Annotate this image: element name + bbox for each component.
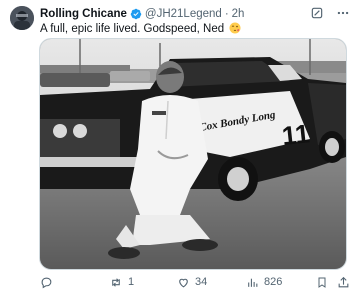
tweet-header: Rolling Chicane @JH21Legend · 2h	[40, 6, 244, 22]
more-options-icon[interactable]	[336, 6, 350, 20]
face-with-wink-kiss-icon	[229, 22, 241, 34]
author-handle[interactable]: @JH21Legend	[145, 8, 222, 20]
views-count: 826	[264, 276, 283, 288]
action-bar: 1 34 826	[40, 274, 350, 290]
race-car-driver-photo: Cox Bondy Long 11	[40, 39, 346, 269]
reply-button[interactable]	[40, 276, 58, 289]
bookmark-icon	[316, 276, 328, 289]
author-name[interactable]: Rolling Chicane	[40, 8, 127, 20]
like-count: 34	[195, 276, 208, 288]
bookmark-button[interactable]	[316, 276, 328, 289]
separator-dot: ·	[224, 8, 229, 20]
timestamp[interactable]: 2h	[232, 8, 245, 20]
like-icon	[177, 276, 190, 289]
repost-count: 1	[128, 276, 135, 288]
repost-icon	[109, 276, 123, 289]
repost-button[interactable]: 1	[109, 276, 134, 289]
avatar[interactable]	[10, 6, 34, 30]
grok-icon[interactable]	[310, 6, 324, 20]
share-icon	[337, 276, 350, 289]
top-actions	[310, 6, 350, 20]
views-icon	[246, 276, 259, 289]
tweet-text-content: A full, epic life lived. Godspeed, Ned	[40, 23, 225, 35]
views-button[interactable]: 826	[246, 276, 282, 289]
share-button[interactable]	[337, 276, 350, 289]
like-button[interactable]: 34	[177, 276, 207, 289]
svg-text:11: 11	[280, 118, 310, 151]
tweet-photo[interactable]: Cox Bondy Long 11	[39, 38, 347, 270]
tweet-card[interactable]: Rolling Chicane @JH21Legend · 2h A full,…	[0, 0, 360, 295]
tweet-text: A full, epic life lived. Godspeed, Ned	[40, 22, 241, 35]
reply-icon	[40, 276, 53, 289]
verified-badge-icon	[130, 8, 142, 20]
